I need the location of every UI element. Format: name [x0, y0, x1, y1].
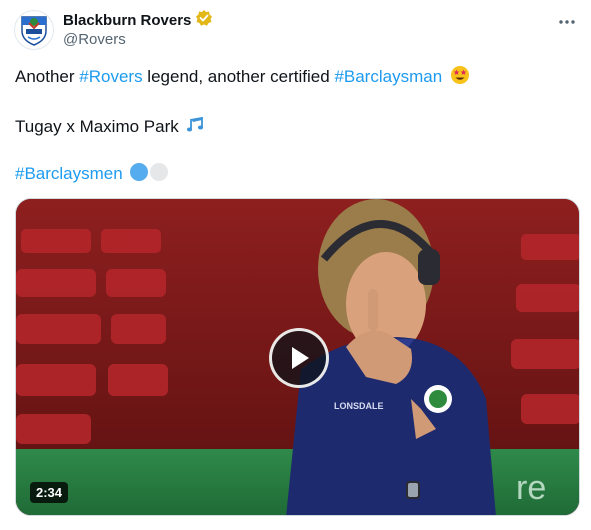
tweet-text-line-1: Another #Rovers legend, another certifie…	[15, 65, 470, 91]
more-options-icon[interactable]	[557, 12, 577, 32]
hashtag-barclaysman-link[interactable]: #Barclaysman	[334, 67, 442, 86]
tweet-text-line-3: #Barclaysmen	[15, 162, 169, 188]
video-duration-badge: 2:34	[30, 482, 69, 503]
svg-text:re: re	[516, 469, 546, 507]
play-button[interactable]	[269, 328, 329, 388]
display-name[interactable]: Blackburn Rovers	[63, 12, 191, 29]
blue-circle-emoji-icon	[129, 162, 149, 188]
video-player[interactable]: re LONSDALE 2:34	[15, 198, 580, 516]
verified-badge-icon	[195, 9, 213, 32]
user-handle[interactable]: @Rovers	[63, 31, 213, 48]
tweet-header: Blackburn Rovers @Rovers	[63, 9, 213, 48]
tweet-card: Blackburn Rovers @Rovers Another #Rovers…	[0, 0, 591, 530]
text-segment: Tugay x Maximo Park	[15, 117, 179, 136]
hashtag-barclaysmen-link[interactable]: #Barclaysmen	[15, 164, 123, 183]
text-segment: Another	[15, 67, 80, 86]
club-crest-avatar[interactable]	[14, 10, 54, 50]
star-struck-emoji-icon	[450, 65, 470, 91]
tweet-text-line-2: Tugay x Maximo Park	[15, 115, 205, 141]
play-icon	[292, 347, 309, 369]
white-circle-emoji-icon	[149, 162, 169, 188]
musical-notes-emoji-icon	[185, 115, 205, 141]
hashtag-rovers-link[interactable]: #Rovers	[79, 67, 142, 86]
svg-text:LONSDALE: LONSDALE	[334, 401, 384, 411]
text-segment: legend, another certified	[142, 67, 335, 86]
